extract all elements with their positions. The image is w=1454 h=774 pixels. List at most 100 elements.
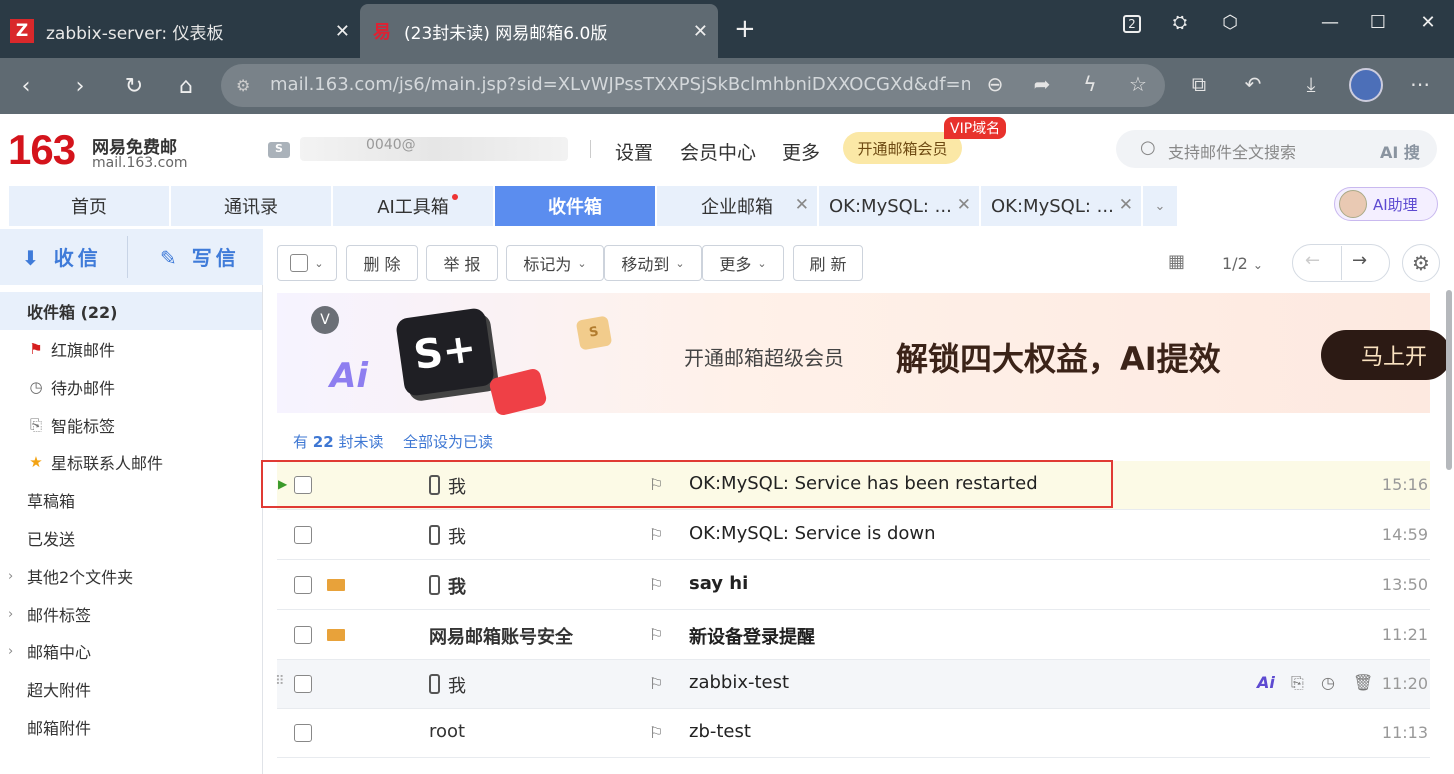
extension-icon[interactable]: ⬡	[1210, 12, 1250, 33]
mail-subject[interactable]: OK:MySQL: Service is down	[689, 523, 936, 544]
tab-mail-2[interactable]: OK:MySQL: ... ✕	[981, 186, 1141, 226]
flag-icon[interactable]: ⚐	[649, 674, 663, 693]
new-tab-icon[interactable]: +	[734, 14, 756, 44]
incognito-icon[interactable]: ⛭	[1160, 12, 1200, 33]
ai-summary-icon[interactable]: Ai	[1257, 673, 1275, 692]
select-all-checkbox[interactable]	[290, 254, 309, 272]
lightning-icon[interactable]: ϟ	[1075, 72, 1105, 96]
flag-icon[interactable]: ⚐	[649, 575, 663, 594]
close-tab-icon[interactable]: ✕	[335, 21, 350, 42]
back-icon[interactable]: ‹	[8, 68, 44, 104]
share-icon[interactable]: ➦	[1027, 72, 1057, 96]
report-button[interactable]: 举 报	[426, 245, 498, 281]
gear-icon[interactable]: ⚙	[1402, 244, 1440, 282]
ai-search-button[interactable]: AI 搜	[1380, 139, 1420, 163]
sidebar-item-mail-tags[interactable]: › 邮件标签	[0, 595, 262, 633]
sidebar-item-other-folders[interactable]: › 其他2个文件夹	[0, 557, 262, 595]
row-checkbox[interactable]	[294, 675, 312, 693]
sidebar-item-mail-attachments[interactable]: 邮箱附件	[0, 708, 262, 746]
sidebar-item-todo[interactable]: ◷ 待办邮件	[0, 368, 262, 406]
tab-inbox[interactable]: 收件箱	[495, 186, 655, 226]
site-info-icon[interactable]: ⚙	[236, 76, 250, 95]
mail-row[interactable]: ⠿ 我 ⚐ zabbix-test Ai ⎘ ◷ 🗑 11:20	[275, 660, 1430, 709]
ai-helper-button[interactable]: AI助理	[1334, 187, 1438, 221]
tab-mail-1[interactable]: OK:MySQL: ... ✕	[819, 186, 979, 226]
tabs-dropdown-icon[interactable]: ⌄	[1143, 186, 1177, 226]
reload-icon[interactable]: ↻	[116, 68, 152, 104]
logo-163[interactable]: 163	[8, 126, 76, 174]
drag-handle-icon[interactable]: ⠿	[275, 674, 285, 689]
row-checkbox[interactable]	[294, 576, 312, 594]
banner-cta-button[interactable]: 马上开	[1321, 330, 1451, 380]
scrollbar[interactable]	[1446, 290, 1452, 470]
close-tab-icon[interactable]: ✕	[693, 21, 708, 42]
row-checkbox[interactable]	[294, 724, 312, 742]
url-text[interactable]: mail.163.com/js6/main.jsp?sid=XLvWJPssTX…	[270, 74, 970, 95]
receive-button[interactable]: ⬇ 收信	[22, 242, 102, 271]
bookmark-icon[interactable]: ⎘	[1291, 673, 1304, 693]
mail-row[interactable]: root ⚐ zb-test 11:13	[277, 709, 1430, 758]
delete-button[interactable]: 删 除	[346, 245, 418, 281]
close-icon[interactable]: ✕	[795, 195, 809, 215]
minimize-icon[interactable]: —	[1310, 12, 1350, 33]
settings-link[interactable]: 设置	[615, 138, 653, 165]
bookmark-star-icon[interactable]: ☆	[1123, 72, 1153, 96]
extensions-icon[interactable]: ⧉	[1184, 72, 1214, 96]
account-name[interactable]: 0040@	[300, 137, 568, 161]
page-selector[interactable]: 1/2 ⌄	[1222, 254, 1263, 273]
flag-icon[interactable]: ⚐	[649, 625, 663, 644]
tab-count-icon[interactable]: 2	[1112, 12, 1152, 33]
undo-icon[interactable]: ↶	[1238, 72, 1268, 96]
row-checkbox[interactable]	[294, 626, 312, 644]
search-input[interactable]: 支持邮件全文搜索	[1168, 139, 1296, 163]
calendar-icon[interactable]: ▦	[1168, 251, 1185, 272]
member-center-link[interactable]: 会员中心	[680, 138, 756, 165]
more-dropdown[interactable]: 更多 ⌄	[702, 245, 784, 281]
profile-avatar[interactable]	[1349, 68, 1383, 102]
mark-as-dropdown[interactable]: 标记为 ⌄	[506, 245, 604, 281]
close-window-icon[interactable]: ✕	[1408, 12, 1448, 33]
vip-domain-badge[interactable]: VIP域名	[944, 117, 1007, 139]
write-button[interactable]: ✎ 写信	[160, 242, 240, 271]
refresh-button[interactable]: 刷 新	[793, 245, 863, 281]
clock-icon[interactable]: ◷	[1321, 673, 1335, 692]
mail-row[interactable]: 网易邮箱账号安全 ⚐ 新设备登录提醒 11:21	[277, 611, 1430, 660]
mail-subject[interactable]: zb-test	[689, 721, 751, 742]
mail-subject[interactable]: zabbix-test	[689, 672, 789, 693]
browser-tab-mail[interactable]: 易 (23封未读) 网易邮箱6.0版 ✕	[360, 4, 718, 58]
row-checkbox[interactable]	[294, 526, 312, 544]
trash-icon[interactable]: 🗑	[1353, 673, 1373, 692]
mark-all-read-link[interactable]: 全部设为已读	[403, 431, 493, 452]
tab-home[interactable]: 首页	[9, 186, 169, 226]
sidebar-item-starred[interactable]: ★ 星标联系人邮件	[0, 443, 262, 481]
flag-icon[interactable]: ⚐	[649, 525, 663, 544]
zoom-icon[interactable]: ⊖	[980, 72, 1010, 96]
home-icon[interactable]: ⌂	[168, 68, 204, 104]
select-all-dropdown[interactable]: ⌄	[277, 245, 337, 281]
flag-icon[interactable]: ⚐	[649, 723, 663, 742]
more-link[interactable]: 更多	[782, 138, 820, 165]
sidebar-item-drafts[interactable]: 草稿箱	[0, 481, 262, 519]
mail-row[interactable]: 我 ⚐ OK:MySQL: Service is down 14:59	[277, 511, 1430, 560]
tab-ai-toolbox[interactable]: AI工具箱	[333, 186, 493, 226]
sidebar-item-flagged[interactable]: ⚑ 红旗邮件	[0, 330, 262, 368]
download-icon[interactable]: ⤓	[1296, 72, 1326, 96]
tab-contacts[interactable]: 通讯录	[171, 186, 331, 226]
close-icon[interactable]: ✕	[1119, 195, 1133, 215]
next-page-icon[interactable]: →	[1352, 250, 1367, 271]
mail-subject[interactable]: say hi	[689, 573, 748, 594]
sidebar-item-sent[interactable]: 已发送	[0, 519, 262, 557]
mail-subject[interactable]: 新设备登录提醒	[689, 623, 815, 649]
sidebar-item-smart-tags[interactable]: ⎘ 智能标签	[0, 406, 262, 444]
menu-dots-icon[interactable]: ⋯	[1405, 72, 1435, 96]
sidebar-item-inbox[interactable]: 收件箱 (22)	[0, 292, 262, 330]
tab-enterprise-mail[interactable]: 企业邮箱 ✕	[657, 186, 817, 226]
move-to-dropdown[interactable]: 移动到 ⌄	[604, 245, 702, 281]
browser-tab-zabbix[interactable]: Z zabbix-server: 仪表板 ✕	[0, 4, 360, 58]
close-icon[interactable]: ✕	[957, 195, 971, 215]
forward-icon[interactable]: ›	[62, 68, 98, 104]
sidebar-item-mail-center[interactable]: › 邮箱中心	[0, 632, 262, 670]
mail-row[interactable]: 我 ⚐ say hi 13:50	[277, 561, 1430, 610]
maximize-icon[interactable]: ☐	[1358, 12, 1398, 33]
sidebar-item-large-attachments[interactable]: 超大附件	[0, 670, 262, 708]
